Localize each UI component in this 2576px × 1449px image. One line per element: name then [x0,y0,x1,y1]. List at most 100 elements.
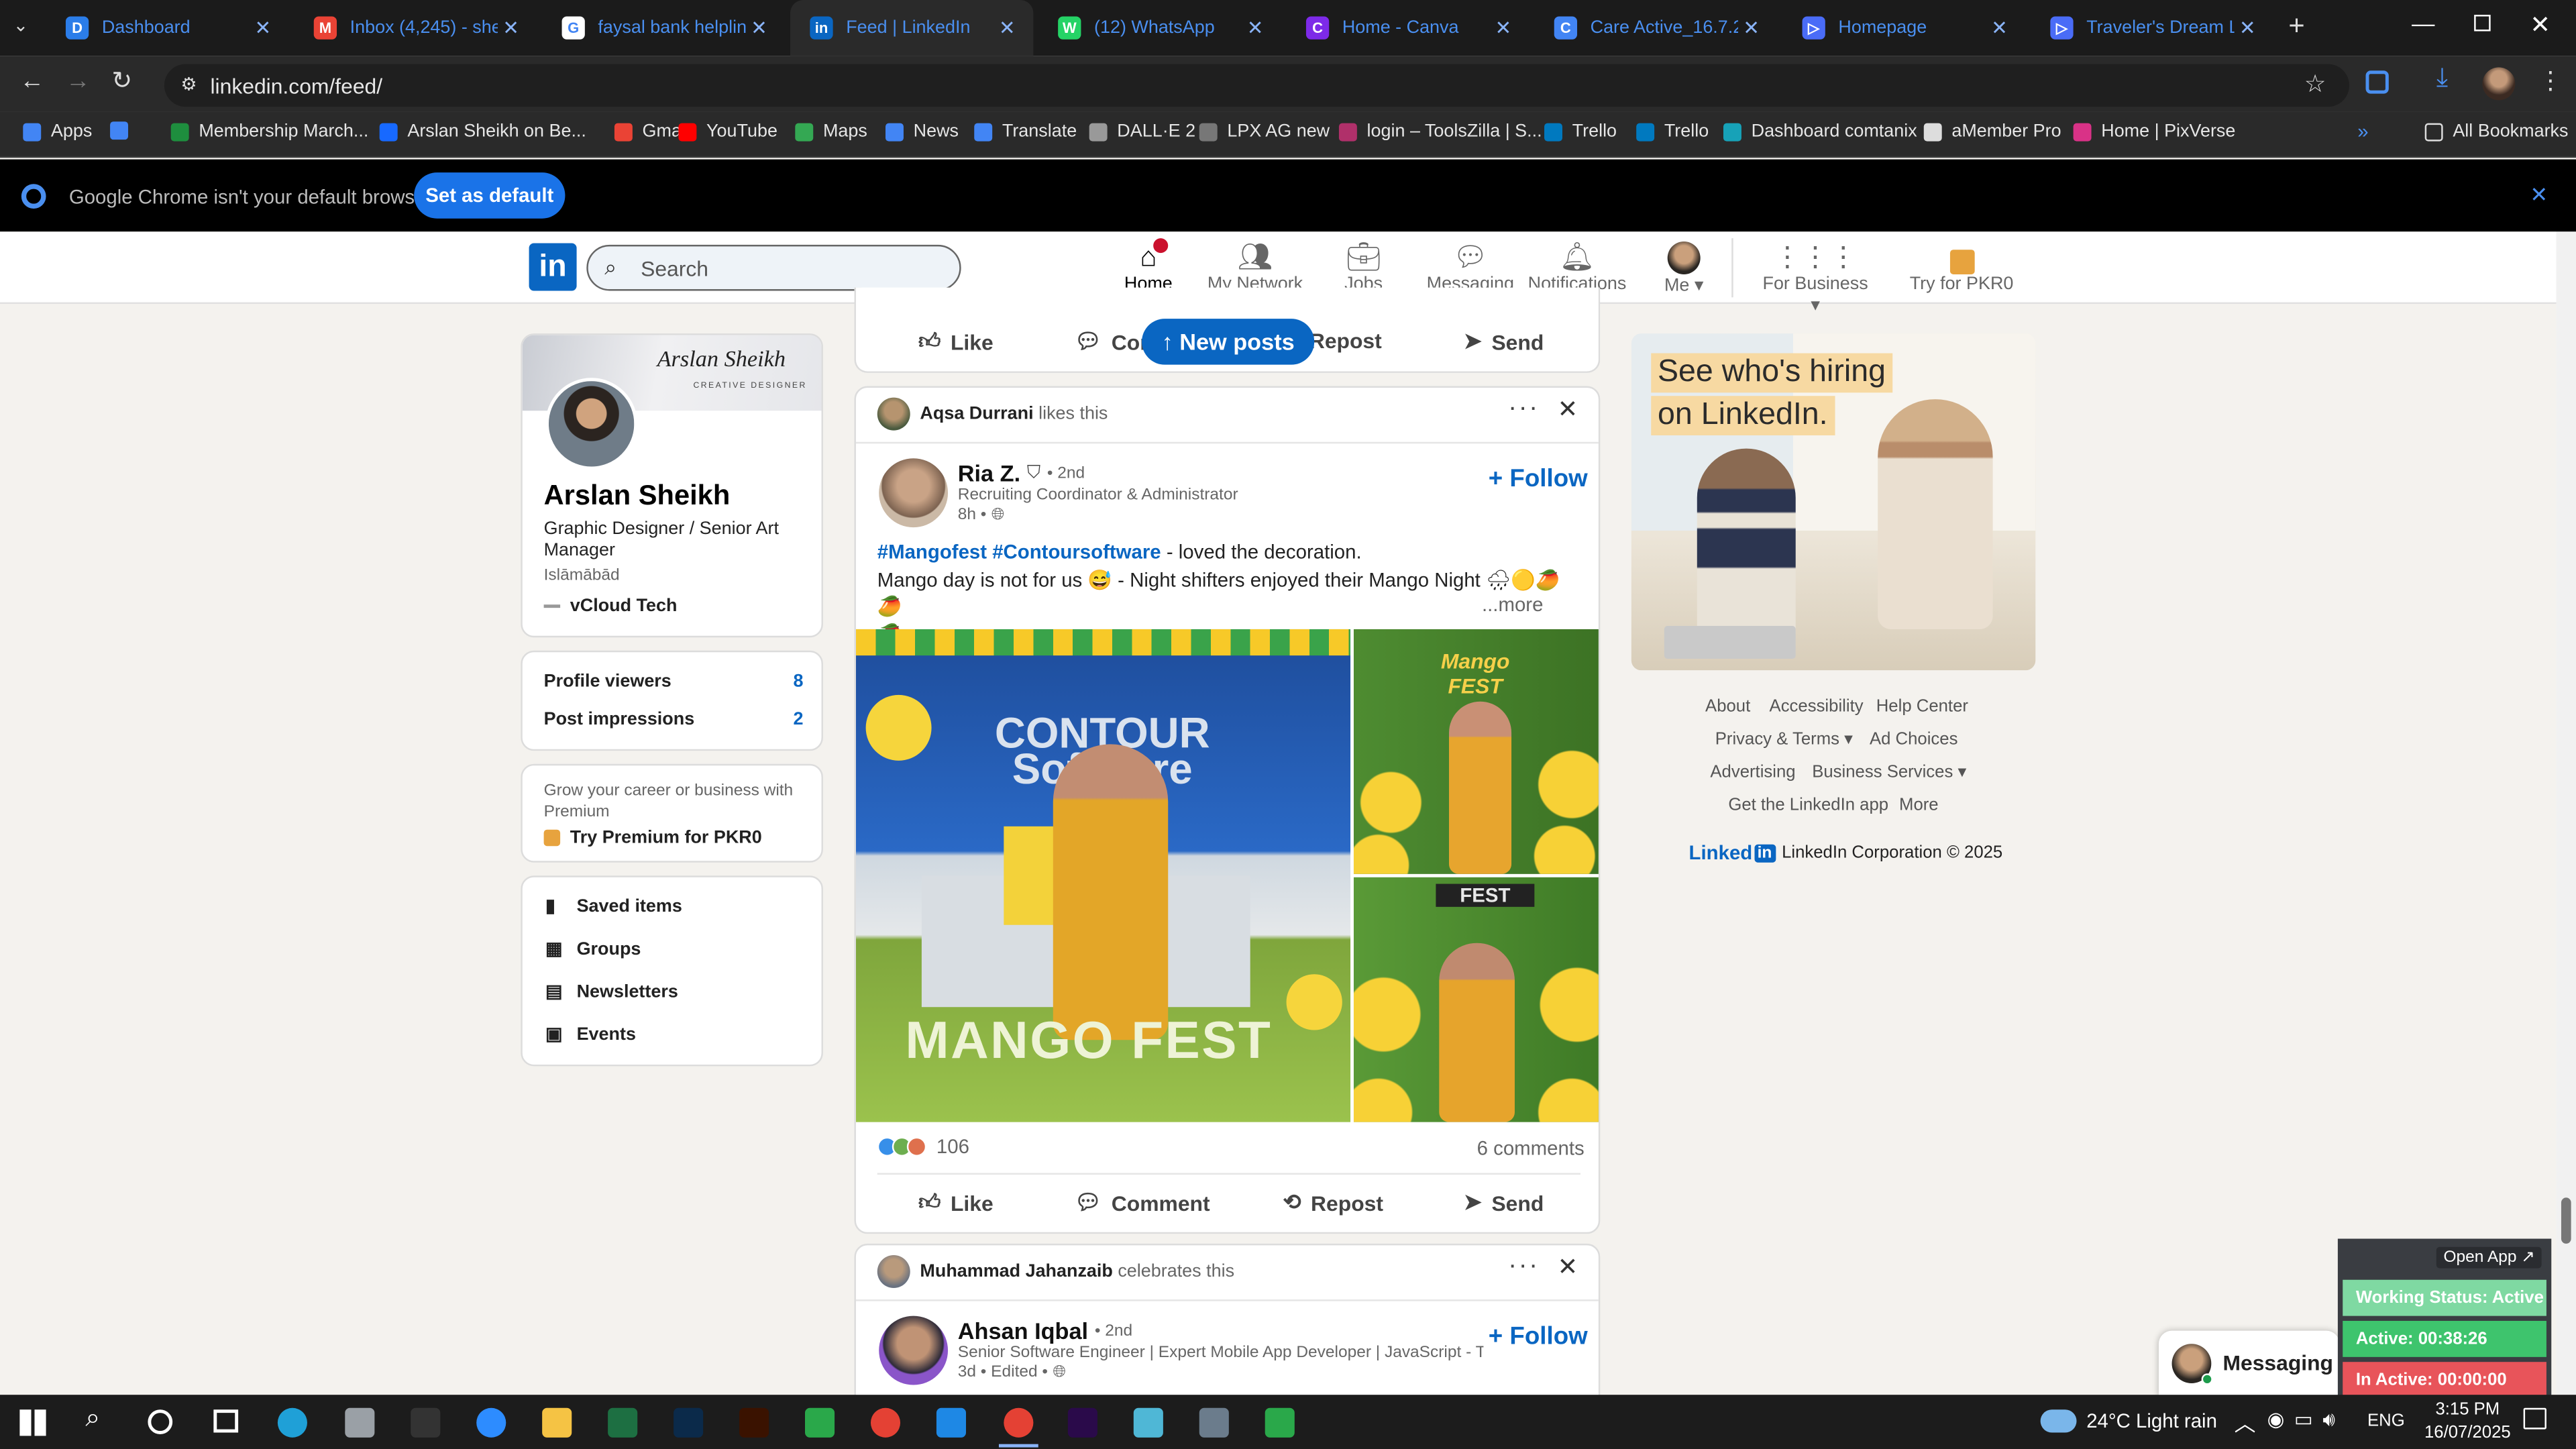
linkedin-logo-icon[interactable]: in [529,243,577,291]
more-bookmarks-icon[interactable]: » [2357,120,2368,143]
shortcut-item[interactable]: ▮ Saved items [545,896,682,917]
set-as-default-button[interactable]: Set as default [414,172,566,219]
tab-search-chevron-icon[interactable]: ⌄ [13,15,29,36]
browser-tab[interactable]: in Feed | LinkedIn ✕ [790,0,1034,56]
bookmark-item[interactable]: Translate [974,121,1077,142]
comment-count[interactable]: 6 comments [1477,1137,1585,1160]
close-tab-icon[interactable]: ✕ [994,16,1020,39]
post-options-icon[interactable]: ··· [1508,394,1539,424]
post-options-icon[interactable]: ··· [1508,1252,1539,1281]
notifications-icon[interactable] [2523,1407,2546,1430]
search-input[interactable]: ⌕ Search [586,244,961,291]
close-tab-icon[interactable]: ✕ [1242,16,1268,39]
zoom-icon[interactable] [476,1407,506,1438]
edge-icon[interactable] [277,1407,307,1438]
close-tab-icon[interactable]: ✕ [746,16,772,39]
back-icon[interactable]: ← [19,67,44,95]
restore-button[interactable] [2474,15,2491,32]
clock-time[interactable]: 3:15 PM [2426,1400,2508,1419]
scroll-thumb[interactable] [2561,1197,2571,1244]
open-app-button[interactable]: Open App ↗ [2436,1246,2542,1269]
star-icon[interactable]: ☆ [2304,69,2326,99]
repost-button[interactable]: ⟲ Repost [1283,1189,1383,1216]
post-image-main[interactable]: CONTOUR Software MANGO FEST [855,629,1351,1122]
browser-tab[interactable]: D Dashboard ✕ [46,0,289,56]
stat-row[interactable]: Post impressions 2 [544,710,804,729]
footer-link[interactable]: Privacy & Terms ▾ [1715,729,1853,749]
reaction-count[interactable]: 106 [877,1135,969,1159]
calculator-icon[interactable] [1199,1407,1229,1438]
chrome-icon[interactable] [870,1407,901,1438]
forward-icon[interactable]: → [66,67,91,95]
start-icon[interactable] [19,1409,46,1436]
pen-icon[interactable] [345,1407,375,1438]
browser-tab[interactable]: M Inbox (4,245) - sheikh✕ [294,0,537,56]
illustrator-icon[interactable] [739,1407,769,1438]
bookmark-item[interactable]: DALL·E 2 [1089,121,1195,142]
browser-tab[interactable]: ▷ Traveler's Dream Log✕ [2031,0,2273,56]
footer-link[interactable]: Advertising [1710,762,1795,782]
close-tab-icon[interactable]: ✕ [1738,16,1764,39]
see-more-link[interactable]: ...more [1475,593,1544,616]
bookmark-item[interactable] [110,121,138,140]
footer-link[interactable]: About [1705,696,1750,716]
nav-grid[interactable]: ⋮⋮⋮ For Business ▾ [1756,238,1874,315]
like-button[interactable]: 👍︎ Like [918,1189,994,1216]
profile-avatar[interactable] [2482,67,2516,101]
clock-date[interactable]: 16/07/2025 [2422,1423,2514,1442]
footer-link[interactable]: Business Services ▾ [1812,762,1966,782]
close-tab-icon[interactable]: ✕ [498,16,524,39]
bookmark-item[interactable]: Apps [23,121,92,142]
close-tab-icon[interactable]: ✕ [1490,16,1516,39]
footer-link[interactable]: Get the LinkedIn app [1728,795,1888,814]
minimize-button[interactable]: — [2412,10,2434,36]
bookmark-item[interactable]: Home | PixVerse [2073,121,2235,142]
bookmark-item[interactable]: LPX AG new [1199,121,1330,142]
bookmark-item[interactable]: Membership March... [170,121,368,142]
chrome-active-icon[interactable] [1004,1407,1034,1438]
excel-icon[interactable] [608,1407,638,1438]
nav-premium[interactable]: Try for PKR0 [1906,238,2018,297]
vscode-icon[interactable] [936,1407,966,1438]
tray-chevron-icon[interactable]: ︿ [2235,1406,2256,1438]
shortcut-item[interactable]: ▣ Events [545,1024,636,1045]
repost-button[interactable]: Repost [1309,329,1382,354]
green-app-icon[interactable] [805,1407,835,1438]
post-image-side-bottom[interactable]: FEST [1353,877,1599,1122]
photoshop-icon[interactable] [674,1407,704,1438]
close-tab-icon[interactable]: ✕ [250,16,276,39]
bookmark-item[interactable]: YouTube [678,121,777,142]
author-avatar[interactable] [879,1316,949,1385]
page-scrollbar[interactable] [2556,231,2576,1395]
cortana-icon[interactable] [148,1409,173,1434]
profile-name[interactable]: Arslan Sheikh [544,480,731,513]
stat-row[interactable]: Profile viewers 8 [544,672,804,692]
bookmark-item[interactable]: Trello [1544,121,1617,142]
bookmark-item[interactable]: Trello [1636,121,1709,142]
author-name[interactable]: Ria Z. [958,460,1020,486]
comment-button[interactable]: 💬︎Comment [1075,1189,1210,1216]
author-avatar[interactable] [879,458,949,528]
send-button[interactable]: ➤ Send [1464,329,1544,355]
menu-icon[interactable]: ⋮ [2538,66,2563,95]
footer-link[interactable]: Help Center [1876,696,1968,716]
download-icon[interactable]: ⤓ [2436,64,2448,94]
footer-link[interactable]: Accessibility [1770,696,1864,716]
premiere-icon[interactable] [1067,1407,1097,1438]
profile-photo[interactable] [545,378,638,470]
bookmark-item[interactable]: aMember Pro [1923,121,2061,142]
close-infobar-icon[interactable]: ✕ [2530,182,2548,209]
bookmark-item[interactable]: Maps [795,121,867,142]
new-tab-button[interactable]: + [2288,10,2304,43]
shortcut-item[interactable]: ▤ Newsletters [545,981,678,1002]
bookmark-item[interactable]: News [885,121,959,142]
app-icon[interactable] [1133,1407,1163,1438]
site-info-icon[interactable]: ⚙ [180,74,197,95]
file-explorer-icon[interactable] [542,1407,572,1438]
terminal-icon[interactable] [411,1407,441,1438]
close-window-button[interactable]: ✕ [2530,10,2551,40]
try-premium-link[interactable]: Try Premium for PKR0 [543,828,762,848]
browser-tab[interactable]: C Home - Canva ✕ [1287,0,1529,56]
task-view-icon[interactable] [213,1409,239,1433]
dismiss-post-icon[interactable]: ✕ [1558,394,1578,424]
